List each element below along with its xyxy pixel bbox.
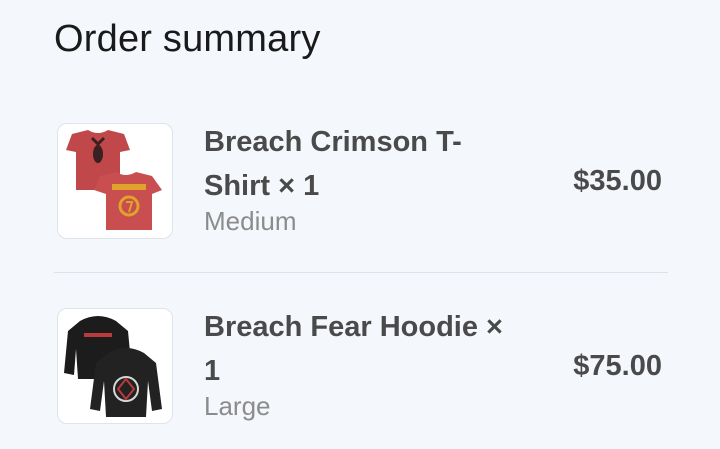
product-price: $75.00: [573, 350, 662, 382]
product-variant: Large: [204, 391, 271, 421]
order-item: Breach Crimson T-Shirt × 1 Medium $35.00: [54, 120, 668, 250]
product-thumbnail: [57, 308, 173, 424]
product-name: Breach Crimson T-Shirt × 1: [204, 120, 504, 208]
product-thumbnail: [57, 123, 173, 239]
order-summary-title: Order summary: [54, 18, 321, 60]
product-price: $35.00: [573, 165, 662, 197]
product-variant: Medium: [204, 206, 297, 236]
product-title: Breach Crimson T-Shirt: [204, 126, 462, 202]
item-divider: [54, 272, 668, 273]
product-title: Breach Fear Hoodie: [204, 311, 478, 343]
red-tshirt-image: [66, 130, 162, 230]
order-item: Breach Fear Hoodie × 1 Large $75.00: [54, 305, 668, 435]
product-name: Breach Fear Hoodie × 1: [204, 305, 504, 393]
product-quantity: × 1: [278, 170, 320, 202]
black-hoodie-image: [64, 316, 162, 417]
